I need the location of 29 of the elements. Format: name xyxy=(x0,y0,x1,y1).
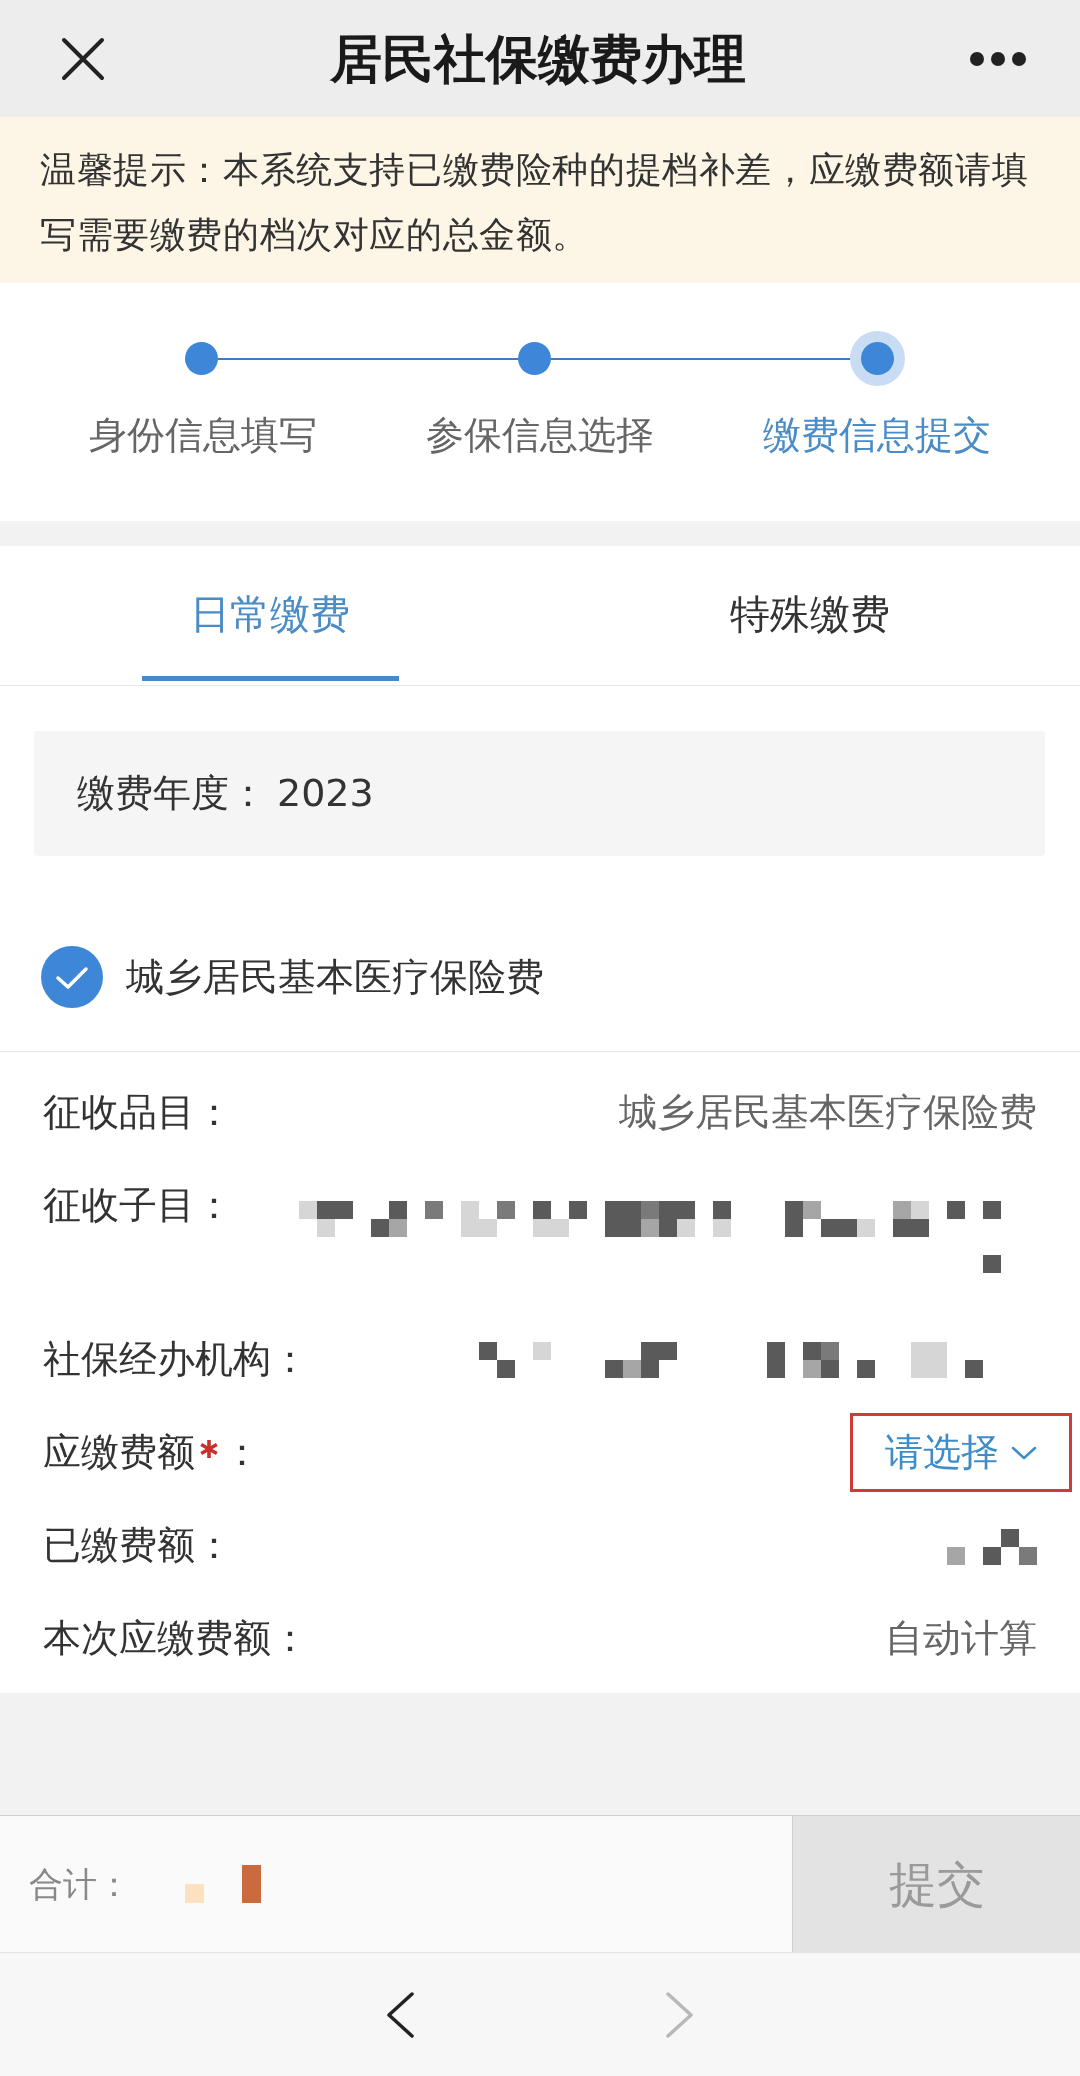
field-label: 已缴费额： xyxy=(43,1526,233,1565)
step-label: 参保信息选择 xyxy=(425,412,655,458)
field-label: 征收子目： xyxy=(43,1186,233,1225)
label-colon: ： xyxy=(223,1433,261,1472)
close-icon xyxy=(61,36,105,81)
field-label: 征收品目： xyxy=(43,1093,233,1132)
tab[interactable]: 日常缴费 xyxy=(0,546,540,685)
more-icon xyxy=(970,51,1026,66)
field-label: 社保经办机构： xyxy=(43,1340,309,1379)
tab[interactable]: 特殊缴费 xyxy=(540,546,1080,685)
field-label: 本次应缴费额： xyxy=(43,1619,309,1658)
total-label: 合计： xyxy=(29,1864,131,1904)
more-button[interactable] xyxy=(970,51,1026,66)
check-circle-icon[interactable] xyxy=(41,946,103,1008)
field-value: 自动计算 xyxy=(885,1619,1037,1658)
notice-banner: 温馨提示：本系统支持已缴费险种的提档补差，应缴费额请填写需要缴费的档次对应的总金额。 xyxy=(0,117,1080,283)
step-label: 身份信息填写 xyxy=(87,412,318,458)
field-label: 应缴费额 xyxy=(43,1433,195,1472)
year-label: 缴费年度： xyxy=(77,770,267,817)
field-value: 城乡居民基本医疗保险费 xyxy=(619,1093,1037,1132)
chevron-right-icon xyxy=(666,1991,694,2038)
step-label: 缴费信息提交 xyxy=(762,412,993,458)
chevron-down-icon xyxy=(1011,1445,1037,1460)
close-button[interactable] xyxy=(61,36,105,81)
year-value: 2023 xyxy=(277,770,374,817)
chevron-left-icon xyxy=(386,1991,414,2038)
page-title: 居民社保缴费办理 xyxy=(328,28,747,89)
select-dropdown[interactable]: 请选择 xyxy=(885,1433,1037,1472)
checkbox-label: 城乡居民基本医疗保险费 xyxy=(126,954,544,1000)
